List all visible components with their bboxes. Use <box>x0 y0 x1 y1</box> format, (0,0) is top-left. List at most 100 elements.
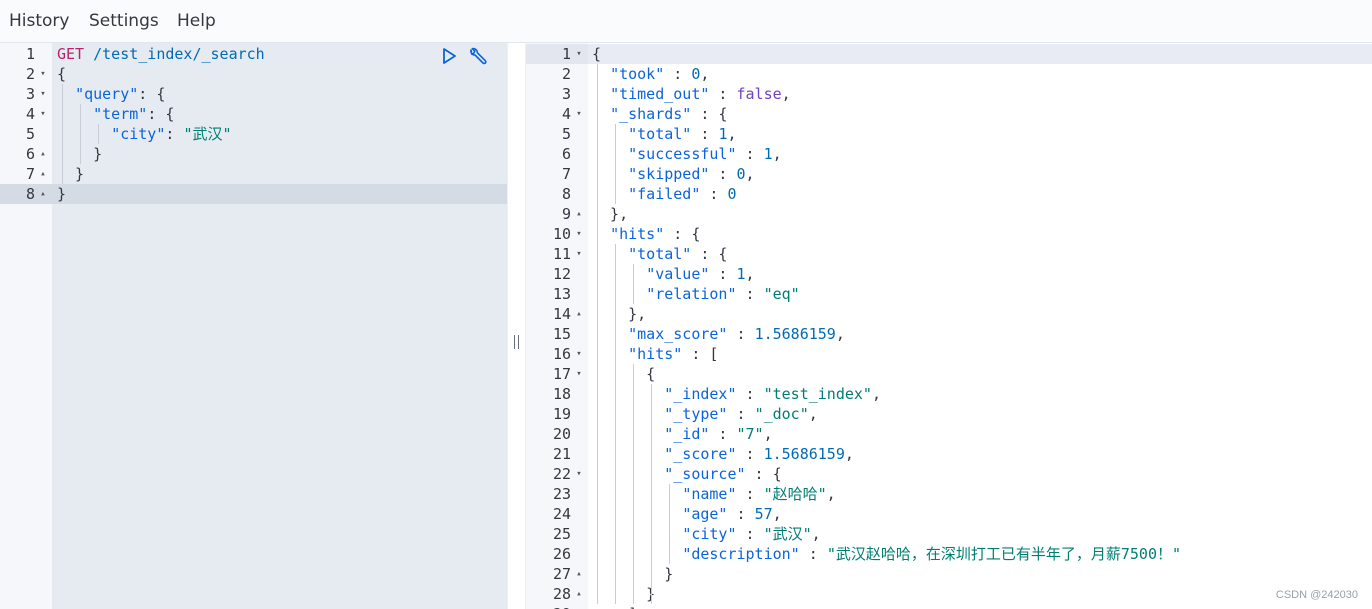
code-token: : <box>691 125 719 143</box>
indent-guide <box>97 124 99 144</box>
line-number: 1 <box>561 45 571 63</box>
code-text: "relation" : "eq" <box>588 284 1372 304</box>
response-code-line[interactable]: 18 "_index" : "test_index", <box>526 384 1372 404</box>
response-viewer[interactable]: 1 ▾{2 "took" : 0, 3 "timed_out" : false, 4 ▾… <box>526 43 1372 609</box>
fold-close-icon[interactable]: ▴ <box>38 164 48 184</box>
request-code-line[interactable]: 4 ▾ "term": { <box>0 104 507 124</box>
code-token: , <box>772 145 782 163</box>
line-number: 7 <box>561 165 571 183</box>
fold-open-icon[interactable]: ▾ <box>574 44 584 64</box>
request-code-line[interactable]: 1 GET /test_index/_search <box>0 44 507 64</box>
response-code-line[interactable]: 6 "successful" : 1, <box>526 144 1372 164</box>
menu-history[interactable]: History <box>9 11 69 31</box>
fold-open-icon[interactable]: ▾ <box>38 104 48 124</box>
request-code-line[interactable]: 2 ▾ { <box>0 64 507 84</box>
code-token: : <box>709 85 737 103</box>
request-code-line[interactable]: 5 "city": "武汉" <box>0 124 507 144</box>
line-number: 14 <box>552 305 571 323</box>
response-code-line[interactable]: 10 ▾ "hits" : { <box>526 224 1372 244</box>
menu-settings[interactable]: Settings <box>89 11 159 31</box>
response-code-line[interactable]: 2 "took" : 0, <box>526 64 1372 84</box>
code-token: "武汉" <box>763 525 812 543</box>
request-editor[interactable]: 1 GET /test_index/_search 2 ▾{3 ▾ "query": {… <box>0 43 507 609</box>
response-code-line[interactable]: 19 "_type" : "_doc", <box>526 404 1372 424</box>
response-code-line[interactable]: 11 ▾ "total" : { <box>526 244 1372 264</box>
code-text: "age" : 57, <box>588 504 1372 524</box>
fold-close-icon[interactable]: ▴ <box>574 584 584 604</box>
response-code-line[interactable]: 26 "description" : "武汉赵哈哈，在深圳打工已有半年了，月薪7… <box>526 544 1372 564</box>
response-code-line[interactable]: 9 ▴ }, <box>526 204 1372 224</box>
play-icon[interactable] <box>441 47 457 69</box>
fold-open-icon[interactable]: ▾ <box>574 344 584 364</box>
line-number-cell: 23 <box>526 484 588 504</box>
response-code-line[interactable]: 8 "failed" : 0 <box>526 184 1372 204</box>
fold-open-icon[interactable]: ▾ <box>574 104 584 124</box>
code-text: "took" : 0, <box>588 64 1372 84</box>
line-number-cell: 3 ▾ <box>0 84 52 104</box>
response-code-line[interactable]: 25 "city" : "武汉", <box>526 524 1372 544</box>
code-token: : <box>727 325 755 343</box>
line-number: 4 <box>561 105 571 123</box>
fold-open-icon[interactable]: ▾ <box>38 84 48 104</box>
code-token: "description" <box>682 545 800 563</box>
request-code-line[interactable]: 3 ▾ "query": { <box>0 84 507 104</box>
request-code-line[interactable]: 7 ▴ } <box>0 164 507 184</box>
response-code-line[interactable]: 15 "max_score" : 1.5686159, <box>526 324 1372 344</box>
pane-resize-divider[interactable] <box>507 43 526 609</box>
fold-close-icon[interactable]: ▴ <box>574 304 584 324</box>
indent-guide <box>614 244 616 604</box>
fold-close-icon[interactable]: ▴ <box>574 604 584 609</box>
fold-open-icon[interactable]: ▾ <box>574 224 584 244</box>
response-code-line[interactable]: 17 ▾ { <box>526 364 1372 384</box>
code-token: : { <box>745 465 782 483</box>
response-code-line[interactable]: 7 "skipped" : 0, <box>526 164 1372 184</box>
fold-close-icon[interactable]: ▴ <box>38 184 48 204</box>
response-code-line[interactable]: 24 "age" : 57, <box>526 504 1372 524</box>
response-code-line[interactable]: 13 "relation" : "eq" <box>526 284 1372 304</box>
response-code-line[interactable]: 1 ▾{ <box>526 44 1372 64</box>
response-code-line[interactable]: 28 ▴ } <box>526 584 1372 604</box>
fold-close-icon[interactable]: ▴ <box>574 564 584 584</box>
wrench-icon[interactable] <box>466 47 488 71</box>
response-code-line[interactable]: 22 ▾ "_source" : { <box>526 464 1372 484</box>
response-code-line[interactable]: 14 ▴ }, <box>526 304 1372 324</box>
response-code-line[interactable]: 5 "total" : 1, <box>526 124 1372 144</box>
response-code-line[interactable]: 4 ▾ "_shards" : { <box>526 104 1372 124</box>
line-number-cell: 19 <box>526 404 588 424</box>
request-code-line[interactable]: 8 ▴} <box>0 184 507 204</box>
line-number-cell: 17 ▾ <box>526 364 588 384</box>
fold-close-icon[interactable]: ▴ <box>38 144 48 164</box>
drag-handle-icon[interactable] <box>514 335 519 349</box>
response-code-line[interactable]: 3 "timed_out" : false, <box>526 84 1372 104</box>
line-number: 21 <box>552 445 571 463</box>
response-code-line[interactable]: 29▴ ] <box>526 604 1372 609</box>
fold-open-icon[interactable]: ▾ <box>574 244 584 264</box>
code-token: "_id" <box>664 425 710 443</box>
code-token: : <box>736 145 764 163</box>
line-number: 13 <box>552 285 571 303</box>
code-token: "value" <box>646 265 710 283</box>
request-code-line[interactable]: 6 ▴ } <box>0 144 507 164</box>
fold-open-icon[interactable]: ▾ <box>38 64 48 84</box>
response-code-line[interactable]: 27 ▴ } <box>526 564 1372 584</box>
response-code-line[interactable]: 23 "name" : "赵哈哈", <box>526 484 1372 504</box>
code-token: "took" <box>610 65 665 83</box>
fold-open-icon[interactable]: ▾ <box>574 364 584 384</box>
code-text: } <box>588 564 1372 584</box>
response-code-line[interactable]: 20 "_id" : "7", <box>526 424 1372 444</box>
fold-close-icon[interactable]: ▴ <box>574 204 584 224</box>
code-text: ] <box>588 604 1372 609</box>
code-token: : <box>736 285 764 303</box>
indent-guide <box>61 84 63 184</box>
code-text: { <box>588 44 1372 64</box>
response-code-line[interactable]: 21 "_score" : 1.5686159, <box>526 444 1372 464</box>
indent-guide <box>632 364 634 604</box>
response-code-line[interactable]: 16 ▾ "hits" : [ <box>526 344 1372 364</box>
response-code-line[interactable]: 12 "value" : 1, <box>526 264 1372 284</box>
code-token: : { <box>147 105 175 123</box>
fold-open-icon[interactable]: ▾ <box>574 464 584 484</box>
indent-guide <box>596 64 598 604</box>
menu-help[interactable]: Help <box>177 11 216 31</box>
